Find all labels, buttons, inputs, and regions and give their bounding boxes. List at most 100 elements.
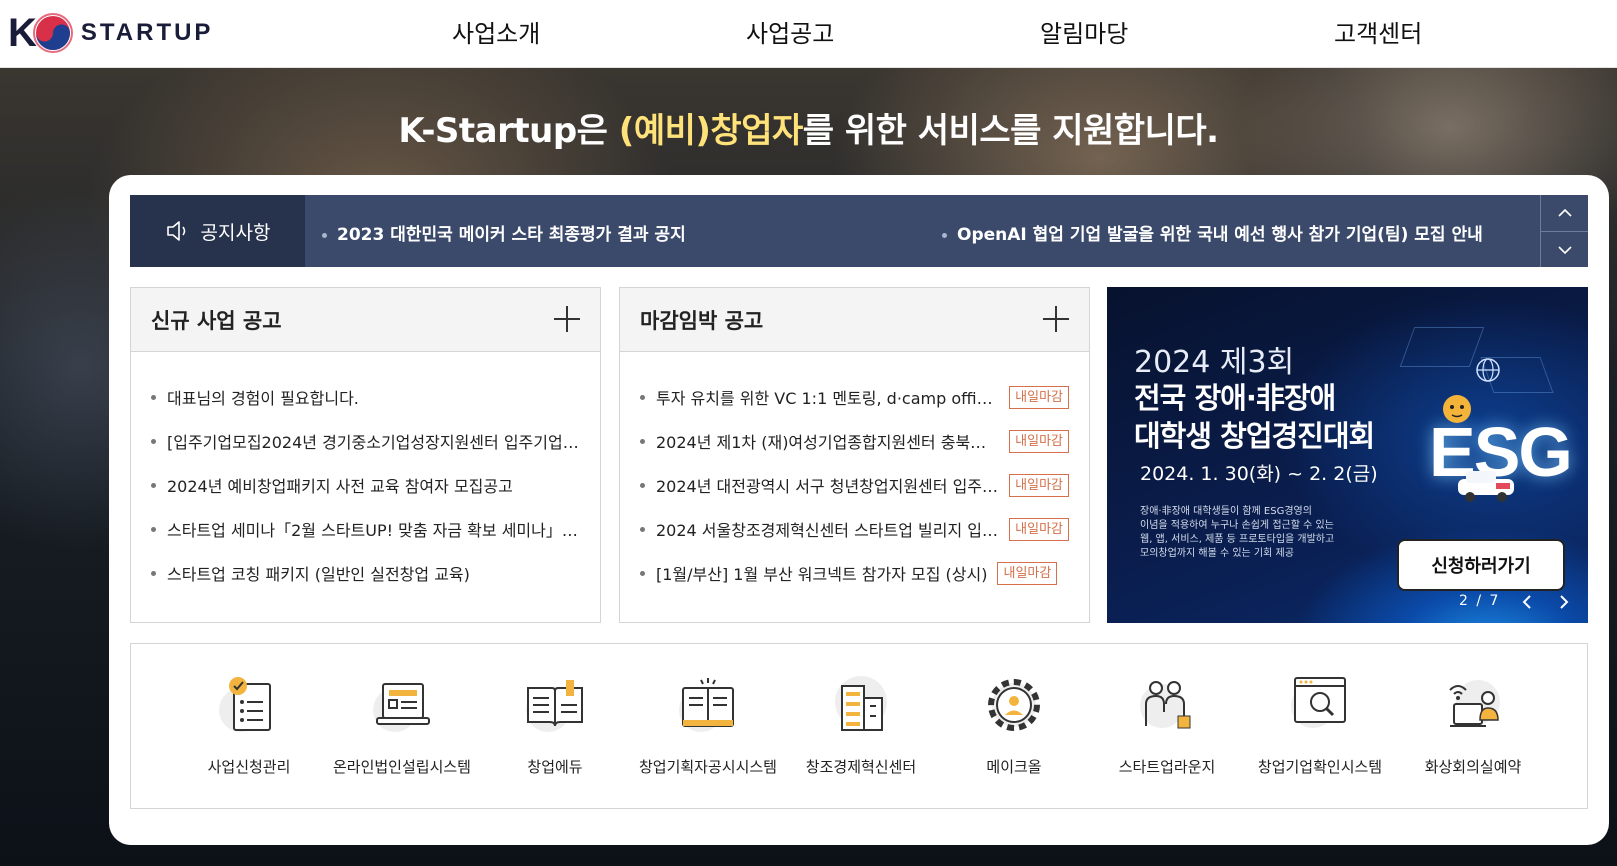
new-business-title: 신규 사업 공고 [151,308,282,333]
list-item[interactable]: [1월/부산] 1월 부산 워크넥트 참가자 모집 (상시) 내일마감 [640,551,1069,595]
quick-link-label: 스타트업라운지 [1118,758,1216,776]
open-book-icon [522,672,588,738]
chevron-right-icon [1560,595,1569,609]
speaker-icon [166,221,185,241]
quick-link-makeall[interactable]: 메이크올 [934,672,1094,777]
headline-prefix: K-Startup은 [398,111,619,151]
nav-business-intro[interactable]: 사업소개 [452,14,540,49]
gear-person-icon [981,672,1047,738]
car-illustration-icon [1458,471,1514,502]
deadline-badge: 내일마감 [1009,385,1069,409]
list-item[interactable]: 대표님의 경험이 필요합니다. [151,375,580,419]
list-item[interactable]: 2024 서울창조경제혁신센터 스타트업 빌리지 입주기업 모집 내일마감 [640,507,1069,551]
deadline-badge: 내일마감 [1009,517,1069,541]
notice-label[interactable]: 공지사항 [130,195,305,267]
deadline-badge: 내일마감 [1009,473,1069,497]
disclosure-book-icon [675,672,741,738]
headline-highlight: (예비)창업자 [618,111,803,151]
new-business-more-button[interactable] [554,306,580,332]
notice-item-text: OpenAI 협업 기업 발굴을 위한 국내 예선 행사 참가 기업(팀) 모집… [957,225,1483,245]
chevron-left-icon [1522,595,1531,609]
list-item[interactable]: 2024년 예비창업패키지 사전 교육 참여자 모집공고 [151,463,580,507]
deadline-header: 마감임박 공고 [620,288,1089,352]
video-conference-icon [1440,672,1506,738]
notice-up-button[interactable] [1541,195,1588,231]
list-item-text: 2024년 예비창업패키지 사전 교육 참여자 모집공고 [167,477,513,496]
list-item[interactable]: 스타트업 세미나「2월 스타트UP! 맞춤 자금 확보 세미나」참가자 모집 [151,507,580,551]
quick-link-label: 화상회의실예약 [1424,758,1522,776]
list-item[interactable]: 투자 유치를 위한 VC 1:1 멘토링, d·camp office hour… [640,375,1069,419]
quick-link-video-conference[interactable]: 화상회의실예약 [1393,672,1553,777]
hex-decoration [1399,327,1485,367]
quick-link-label: 온라인법인설립시스템 [332,758,471,776]
bullet [942,232,947,238]
quick-link-label: 창업기획자공시시스템 [638,758,777,776]
bullet [322,232,327,238]
deadline-list: 투자 유치를 위한 VC 1:1 멘토링, d·camp office hour… [620,352,1089,595]
quick-link-label: 창업에듀 [527,758,583,776]
list-item-text: 투자 유치를 위한 VC 1:1 멘토링, d·camp office hour… [656,389,999,408]
banner-desc-line: 웹, 앱, 서비스, 제품 등 프로토타입을 개발하고 [1140,534,1335,545]
list-item-text: 2024년 대전광역시 서구 청년창업지원센터 입주기업 모집 [656,477,999,496]
notice-bar: 공지사항 2023 대한민국 메이커 스타 최종평가 결과 공지 OpenAI … [130,195,1588,267]
quick-link-label: 창업기업확인시스템 [1257,758,1383,776]
banner-prev-button[interactable] [1519,593,1537,611]
banner-pager: 2 / 7 [1459,593,1501,609]
banner-next-button[interactable] [1554,593,1572,611]
notice-item[interactable]: OpenAI 협업 기업 발굴을 위한 국내 예선 행사 참가 기업(팀) 모집… [942,220,1483,245]
new-business-box: 신규 사업 공고 대표님의 경험이 필요합니다. [입주기업모집2024년 경기… [130,287,601,623]
list-item[interactable]: [입주기업모집2024년 경기중소기업성장지원센터 입주기업 모집 공고 [151,419,580,463]
online-incorporation-icon [369,672,435,738]
quick-link-online-incorporation[interactable]: 온라인법인설립시스템 [322,672,482,777]
list-item-text: 스타트업 세미나「2월 스타트UP! 맞춤 자금 확보 세미나」참가자 모집 [167,521,580,540]
banner-date: 2024. 1. 30(화) ~ 2. 2(금) [1140,463,1378,485]
list-item-text: 2024년 제1차 (재)여성기업종합지원센터 충북센터 입주기업 모집 [656,433,1000,452]
people-lounge-icon [1134,672,1200,738]
apply-button[interactable]: 신청하러가기 [1397,539,1565,591]
quick-link-startup-edu[interactable]: 창업에듀 [475,672,635,777]
quick-link-startup-confirmation[interactable]: 창업기업확인시스템 [1240,672,1400,777]
chevron-down-icon [1557,245,1572,254]
nav-news[interactable]: 알림마당 [1040,14,1128,49]
application-checklist-icon [216,672,282,738]
main-nav: 사업소개 사업공고 알림마당 고객센터 [0,0,1617,68]
deadline-title: 마감임박 공고 [640,308,764,333]
quick-link-innovation-center[interactable]: 창조경제혁신센터 [781,672,941,777]
notice-down-button[interactable] [1541,231,1588,267]
quick-links: 사업신청관리 온라인법인설립시스템 창업에듀 창업기획자공시시스템 창조경제혁신… [130,643,1588,809]
globe-icon [1476,358,1500,382]
site-header: K STARTUP 사업소개 사업공고 알림마당 고객센터 [0,0,1617,68]
list-item[interactable]: 스타트업 코칭 패키지 (일반인 실전창업 교육) [151,551,580,595]
hero-headline: K-Startup은 (예비)창업자를 위한 서비스를 지원합니다. [0,103,1617,152]
deadline-badge: 내일마감 [1009,429,1069,453]
quick-link-startup-lounge[interactable]: 스타트업라운지 [1087,672,1247,777]
deadline-more-button[interactable] [1043,306,1069,332]
deadline-badge: 내일마감 [997,561,1058,585]
quick-link-label: 메이크올 [986,758,1042,776]
new-business-header: 신규 사업 공고 [131,288,600,352]
nav-business-announcement[interactable]: 사업공고 [746,14,834,49]
notice-item[interactable]: 2023 대한민국 메이커 스타 최종평가 결과 공지 [322,220,686,245]
list-item[interactable]: 2024년 대전광역시 서구 청년창업지원센터 입주기업 모집 내일마감 [640,463,1069,507]
building-icon [828,672,894,738]
list-item-text: 스타트업 코칭 패키지 (일반인 실전창업 교육) [167,565,470,584]
quick-link-label: 창조경제혁신센터 [805,758,917,776]
banner-title-line1: 전국 장애·非장애 [1134,381,1336,415]
notice-item-text: 2023 대한민국 메이커 스타 최종평가 결과 공지 [337,225,686,245]
magnifier-icon [1287,672,1353,738]
promo-banner[interactable]: 2024 제3회 전국 장애·非장애 대학생 창업경진대회 2024. 1. 3… [1107,287,1588,623]
notice-label-text: 공지사항 [200,221,271,244]
nav-customer-center[interactable]: 고객센터 [1334,14,1422,49]
character-icon [1443,395,1471,423]
quick-link-application-management[interactable]: 사업신청관리 [169,672,329,777]
banner-title-line2: 대학생 창업경진대회 [1134,419,1375,453]
list-item-text: [1월/부산] 1월 부산 워크넥트 참가자 모집 (상시) [656,565,988,584]
list-item-text: [입주기업모집2024년 경기중소기업성장지원센터 입주기업 모집 공고 [167,433,580,452]
list-item[interactable]: 2024년 제1차 (재)여성기업종합지원센터 충북센터 입주기업 모집 내일마감 [640,419,1069,463]
list-item-text: 2024 서울창조경제혁신센터 스타트업 빌리지 입주기업 모집 [656,521,999,540]
banner-desc-line: 장애·非장애 대학생들이 함께 ESG경영의 [1140,506,1312,517]
quick-link-disclosure-system[interactable]: 창업기획자공시시스템 [628,672,788,777]
banner-desc-line: 이념을 적용하여 누구나 손쉽게 접근할 수 있는 [1140,520,1334,531]
notice-scroll-controls [1540,195,1588,267]
deadline-box: 마감임박 공고 투자 유치를 위한 VC 1:1 멘토링, d·camp off… [619,287,1090,623]
